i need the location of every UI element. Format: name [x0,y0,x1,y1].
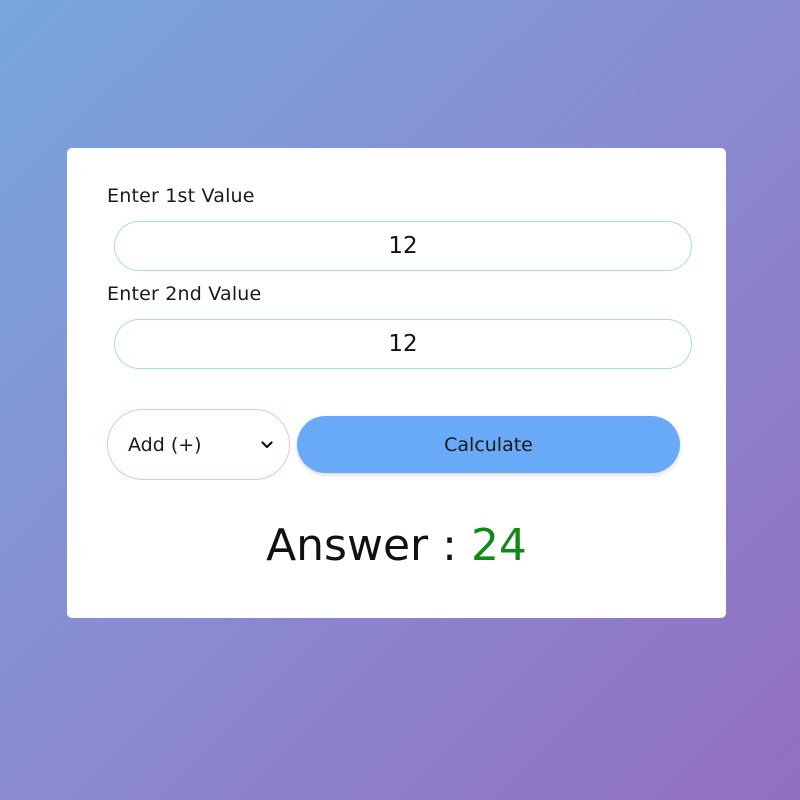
chevron-down-icon [261,440,273,448]
answer-value: 24 [470,520,527,571]
second-value-input[interactable] [114,319,692,369]
operation-select[interactable]: Add (+) [107,409,290,480]
calculator-card: Enter 1st Value Enter 2nd Value Add (+) … [67,148,726,618]
answer-label: Answer : [266,520,457,571]
calculate-button[interactable]: Calculate [297,416,680,473]
operation-select-value: Add (+) [128,433,202,456]
second-value-label: Enter 2nd Value [107,283,262,305]
answer-display: Answer : 24 [67,520,726,571]
first-value-input[interactable] [114,221,692,271]
first-value-label: Enter 1st Value [107,185,255,207]
